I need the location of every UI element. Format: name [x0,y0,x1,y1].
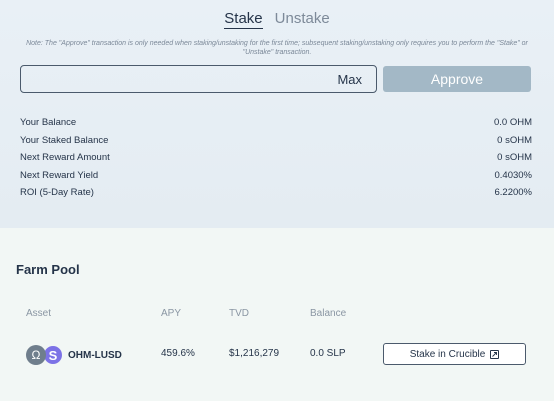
stat-value: 0 sOHM [497,152,532,164]
amount-input[interactable]: Max [20,65,377,93]
stake-in-crucible-button[interactable]: Stake in Crucible [383,343,526,365]
stat-label: Next Reward Yield [20,169,99,181]
stat-label: Your Staked Balance [20,134,109,146]
stat-label: Your Balance [20,117,77,129]
column-header-asset: Asset [26,308,52,319]
stake-stats: Your Balance 0.0 OHM Your Staked Balance… [20,114,532,202]
balance-value: 0.0 SLP [310,348,346,359]
stake-in-crucible-label: Stake in Crucible [409,348,486,360]
column-header-apy: APY [161,308,182,319]
tvd-value: $1,216,279 [229,348,280,359]
stat-value: 0.0 OHM [493,117,532,129]
stat-row-reward-yield: Next Reward Yield 0.4030% [20,167,532,185]
stat-label: Next Reward Amount [20,152,110,164]
stat-value: 0.4030% [494,169,532,181]
approve-note: Note: The "Approve" transaction is only … [26,40,528,56]
tab-stake[interactable]: Stake [224,10,263,29]
tab-unstake[interactable]: Unstake [275,10,330,29]
stat-row-staked-balance: Your Staked Balance 0 sOHM [20,132,532,150]
stat-label: ROI (5-Day Rate) [20,187,94,199]
stat-row-reward-amount: Next Reward Amount 0 sOHM [20,149,532,167]
stat-row-roi: ROI (5-Day Rate) 6.2200% [20,184,532,202]
stake-tabs: Stake Unstake [0,10,554,29]
column-header-balance: Balance [310,308,347,319]
approve-button[interactable]: Approve [383,66,531,92]
stat-value: 6.2200% [494,187,532,199]
asset-cell: Ω S OHM-LUSD [26,344,122,366]
ohm-token-icon: Ω [26,345,46,365]
asset-name: OHM-LUSD [68,349,122,361]
external-link-icon [490,349,500,359]
stat-value: 0 sOHM [497,134,532,146]
farm-pool-title: Farm Pool [16,262,80,277]
stat-row-balance: Your Balance 0.0 OHM [20,114,532,132]
column-header-tvd: TVD [229,308,249,319]
apy-value: 459.6% [161,348,195,359]
max-button[interactable]: Max [337,72,362,87]
